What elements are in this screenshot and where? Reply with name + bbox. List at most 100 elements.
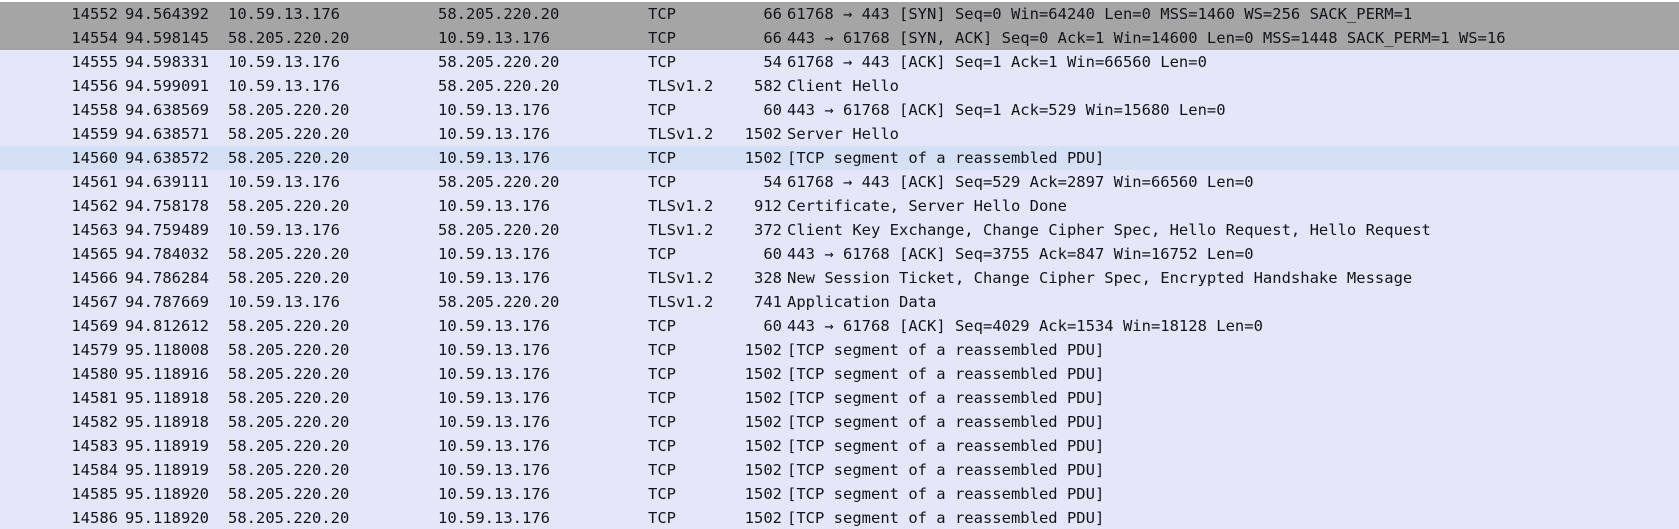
packet-length: 1502 (744, 341, 782, 359)
packet-time: 94.599091 (125, 77, 209, 95)
packet-time: 95.118918 (125, 413, 209, 431)
packet-time: 95.118916 (125, 365, 209, 383)
packet-number: 14552 (71, 5, 118, 23)
packet-destination: 10.59.13.176 (438, 245, 550, 263)
packet-destination: 10.59.13.176 (438, 269, 550, 287)
packet-row[interactable]: 14569 94.812612 58.205.220.20 10.59.13.176 T… (0, 314, 1679, 338)
packet-length: 372 (754, 221, 782, 239)
packet-time: 94.786284 (125, 269, 209, 287)
packet-length: 66 (763, 29, 782, 47)
packet-time: 95.118919 (125, 437, 209, 455)
packet-source: 58.205.220.20 (228, 365, 350, 383)
packet-info: Certificate, Server Hello Done (787, 197, 1067, 215)
packet-length: 1502 (744, 437, 782, 455)
packet-info: 443 → 61768 [SYN, ACK] Seq=0 Ack=1 Win=1… (787, 29, 1506, 47)
packet-source: 58.205.220.20 (228, 389, 350, 407)
packet-source: 10.59.13.176 (228, 5, 340, 23)
packet-row[interactable]: 14552 94.564392 10.59.13.176 58.205.220.20 T… (0, 2, 1679, 26)
packet-length: 60 (763, 245, 782, 263)
packet-time: 94.758178 (125, 197, 209, 215)
packet-source: 58.205.220.20 (228, 413, 350, 431)
packet-list[interactable]: 14552 94.564392 10.59.13.176 58.205.220.20 T… (0, 0, 1679, 529)
packet-time: 94.638571 (125, 125, 209, 143)
packet-source: 58.205.220.20 (228, 317, 350, 335)
packet-number: 14558 (71, 101, 118, 119)
packet-info: 61768 → 443 [ACK] Seq=529 Ack=2897 Win=6… (787, 173, 1254, 191)
packet-number: 14559 (71, 125, 118, 143)
packet-info: 443 → 61768 [ACK] Seq=3755 Ack=847 Win=1… (787, 245, 1254, 263)
packet-row[interactable]: 14559 94.638571 58.205.220.20 10.59.13.176 T… (0, 122, 1679, 146)
packet-number: 14566 (71, 269, 118, 287)
packet-length: 1502 (744, 509, 782, 527)
packet-time: 94.639111 (125, 173, 209, 191)
packet-destination: 58.205.220.20 (438, 293, 560, 311)
packet-number: 14561 (71, 173, 118, 191)
packet-destination: 10.59.13.176 (438, 509, 550, 527)
packet-source: 58.205.220.20 (228, 149, 350, 167)
packet-info: [TCP segment of a reassembled PDU] (787, 389, 1105, 407)
packet-row[interactable]: 14581 95.118918 58.205.220.20 10.59.13.176 T… (0, 386, 1679, 410)
packet-number: 14582 (71, 413, 118, 431)
packet-destination: 58.205.220.20 (438, 77, 560, 95)
packet-source: 58.205.220.20 (228, 125, 350, 143)
packet-row[interactable]: 14563 94.759489 10.59.13.176 58.205.220.20 T… (0, 218, 1679, 242)
packet-destination: 58.205.220.20 (438, 173, 560, 191)
packet-time: 95.118920 (125, 509, 209, 527)
packet-info: [TCP segment of a reassembled PDU] (787, 485, 1105, 503)
packet-destination: 10.59.13.176 (438, 437, 550, 455)
packet-source: 58.205.220.20 (228, 461, 350, 479)
packet-destination: 58.205.220.20 (438, 221, 560, 239)
packet-row[interactable]: 14556 94.599091 10.59.13.176 58.205.220.20 T… (0, 74, 1679, 98)
packet-row[interactable]: 14566 94.786284 58.205.220.20 10.59.13.176 T… (0, 266, 1679, 290)
packet-destination: 10.59.13.176 (438, 197, 550, 215)
packet-length: 54 (763, 173, 782, 191)
packet-info: 61768 → 443 [SYN] Seq=0 Win=64240 Len=0 … (787, 5, 1413, 23)
packet-row[interactable]: 14562 94.758178 58.205.220.20 10.59.13.176 T… (0, 194, 1679, 218)
packet-length: 54 (763, 53, 782, 71)
packet-time: 94.759489 (125, 221, 209, 239)
packet-row[interactable]: 14561 94.639111 10.59.13.176 58.205.220.20 T… (0, 170, 1679, 194)
packet-source: 10.59.13.176 (228, 293, 340, 311)
packet-source: 10.59.13.176 (228, 77, 340, 95)
packet-row[interactable]: 14582 95.118918 58.205.220.20 10.59.13.176 T… (0, 410, 1679, 434)
packet-row[interactable]: 14560 94.638572 58.205.220.20 10.59.13.176 T… (0, 146, 1679, 170)
packet-time: 95.118918 (125, 389, 209, 407)
packet-row[interactable]: 14579 95.118008 58.205.220.20 10.59.13.176 T… (0, 338, 1679, 362)
packet-time: 94.564392 (125, 5, 209, 23)
packet-number: 14569 (71, 317, 118, 335)
packet-row[interactable]: 14554 94.598145 58.205.220.20 10.59.13.176 T… (0, 26, 1679, 50)
packet-info: [TCP segment of a reassembled PDU] (787, 149, 1105, 167)
packet-row[interactable]: 14555 94.598331 10.59.13.176 58.205.220.20 T… (0, 50, 1679, 74)
packet-row[interactable]: 14567 94.787669 10.59.13.176 58.205.220.20 T… (0, 290, 1679, 314)
packet-number: 14565 (71, 245, 118, 263)
packet-time: 94.787669 (125, 293, 209, 311)
packet-info: 61768 → 443 [ACK] Seq=1 Ack=1 Win=66560 … (787, 53, 1207, 71)
packet-row[interactable]: 14583 95.118919 58.205.220.20 10.59.13.176 T… (0, 434, 1679, 458)
packet-time: 94.812612 (125, 317, 209, 335)
packet-source: 58.205.220.20 (228, 437, 350, 455)
packet-length: 1502 (744, 461, 782, 479)
packet-length: 912 (754, 197, 782, 215)
packet-number: 14554 (71, 29, 118, 47)
packet-info: 443 → 61768 [ACK] Seq=4029 Ack=1534 Win=… (787, 317, 1263, 335)
packet-number: 14560 (71, 149, 118, 167)
packet-destination: 10.59.13.176 (438, 317, 550, 335)
packet-row[interactable]: 14580 95.118916 58.205.220.20 10.59.13.176 T… (0, 362, 1679, 386)
packet-length: 60 (763, 317, 782, 335)
packet-destination: 58.205.220.20 (438, 53, 560, 71)
packet-info: Client Key Exchange, Change Cipher Spec,… (787, 221, 1431, 239)
packet-number: 14584 (71, 461, 118, 479)
packet-number: 14579 (71, 341, 118, 359)
packet-time: 95.118920 (125, 485, 209, 503)
packet-length: 741 (754, 293, 782, 311)
packet-row[interactable]: 14565 94.784032 58.205.220.20 10.59.13.176 T… (0, 242, 1679, 266)
packet-destination: 10.59.13.176 (438, 149, 550, 167)
packet-length: 1502 (744, 413, 782, 431)
packet-row[interactable]: 14558 94.638569 58.205.220.20 10.59.13.176 T… (0, 98, 1679, 122)
packet-row[interactable]: 14585 95.118920 58.205.220.20 10.59.13.176 T… (0, 482, 1679, 506)
packet-time: 94.598145 (125, 29, 209, 47)
packet-row[interactable]: 14586 95.118920 58.205.220.20 10.59.13.176 T… (0, 506, 1679, 529)
packet-source: 58.205.220.20 (228, 101, 350, 119)
packet-source: 10.59.13.176 (228, 173, 340, 191)
packet-row[interactable]: 14584 95.118919 58.205.220.20 10.59.13.176 T… (0, 458, 1679, 482)
